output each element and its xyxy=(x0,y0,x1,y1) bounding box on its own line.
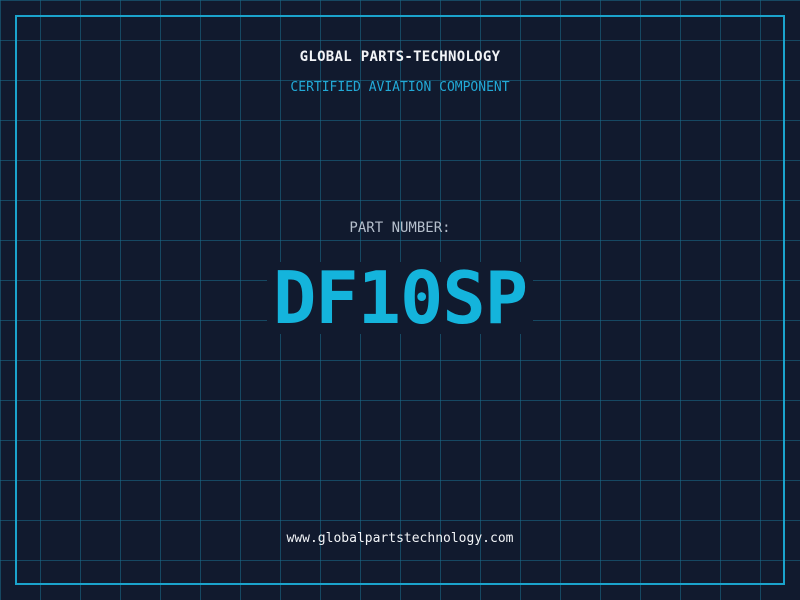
website-url: www.globalpartstechnology.com xyxy=(286,531,514,546)
part-number-label: PART NUMBER: xyxy=(349,220,451,236)
part-number-container: DF10SP xyxy=(0,262,800,334)
part-number-value: DF10SP xyxy=(266,262,534,334)
tagline: CERTIFIED AVIATION COMPONENT xyxy=(290,80,510,95)
company-name: GLOBAL PARTS-TECHNOLOGY xyxy=(299,49,501,65)
